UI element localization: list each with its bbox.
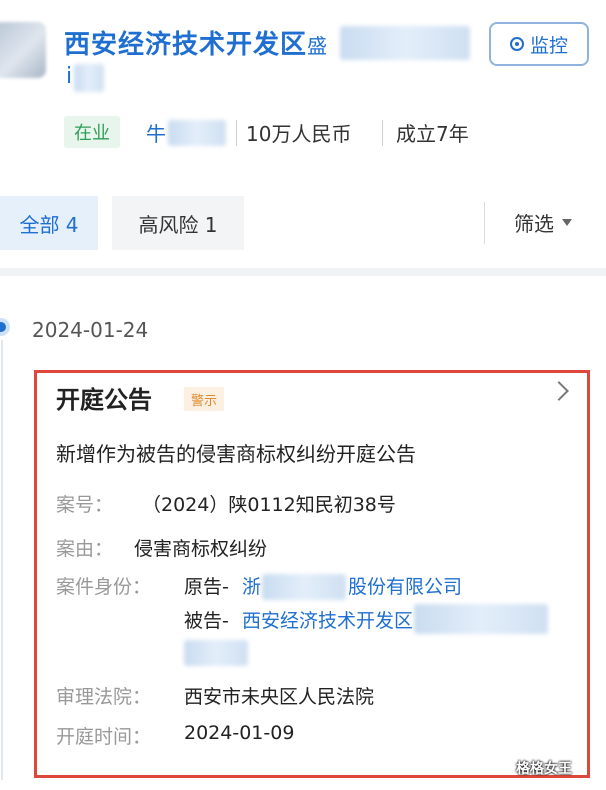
card-title: 开庭公告 (56, 386, 152, 414)
monitor-label: 监控 (529, 34, 568, 57)
warning-badge: 警示 (184, 387, 224, 411)
filter-label: 筛选 (514, 212, 554, 236)
timeline-line (1, 340, 3, 780)
hearing-time-label: 开庭时间： (56, 726, 152, 748)
filter-button[interactable]: 筛选 (514, 208, 572, 237)
hearing-date: 2024-01-09 (184, 722, 295, 744)
tab-high-risk[interactable]: 高风险 1 (112, 196, 244, 250)
legal-representative[interactable]: 牛 (146, 118, 166, 147)
plaintiff-name-end[interactable]: 股份有限公司 (348, 572, 462, 599)
company-name[interactable]: 西安经济技术开发区盛 (64, 24, 328, 61)
timeline-dot-icon (0, 318, 10, 336)
defendant-name[interactable]: 西安经济技术开发区 (242, 606, 413, 633)
case-identity-label: 案件身份： (56, 576, 152, 598)
monitor-button[interactable]: 监控 (489, 22, 589, 66)
plaintiff-prefix: 原告- (184, 576, 229, 598)
redacted-defendant-tail (184, 640, 248, 666)
founded-duration: 成立7年 (396, 122, 469, 146)
company-name-text: 西安经济技术开发区 (64, 30, 308, 60)
redacted-defendant (414, 604, 548, 634)
case-cause: 侵害商标权纠纷 (134, 538, 268, 560)
status-badge: 在业 (64, 116, 120, 148)
filter-caret-icon (562, 219, 572, 226)
tab-all[interactable]: 全部 4 (0, 196, 98, 250)
redacted-company-tail (74, 64, 104, 92)
defendant-prefix: 被告- (184, 610, 229, 632)
meta-divider (382, 120, 383, 146)
company-name-tail: i (66, 64, 73, 89)
timeline-date: 2024-01-24 (32, 318, 149, 342)
section-divider (0, 268, 606, 276)
watermark: 格格女王 (516, 761, 572, 777)
monitor-icon (509, 37, 524, 51)
meta-divider (236, 120, 237, 146)
redacted-plaintiff (262, 574, 346, 600)
company-logo (0, 22, 46, 78)
case-number-label: 案号： (56, 494, 114, 516)
registered-capital: 10万人民币 (246, 122, 352, 146)
card-headline: 新增作为被告的侵害商标权纠纷开庭公告 (56, 442, 416, 466)
plaintiff-name-start[interactable]: 浙 (242, 572, 261, 599)
case-cause-label: 案由： (56, 538, 114, 560)
court-label: 审理法院： (56, 686, 152, 708)
redacted-legal-rep (168, 120, 226, 146)
court-name: 西安市未央区人民法院 (184, 686, 375, 708)
case-number: （2024）陕0112知民初38号 (142, 494, 396, 516)
filter-divider (484, 202, 485, 244)
redacted-company-name (340, 26, 470, 60)
